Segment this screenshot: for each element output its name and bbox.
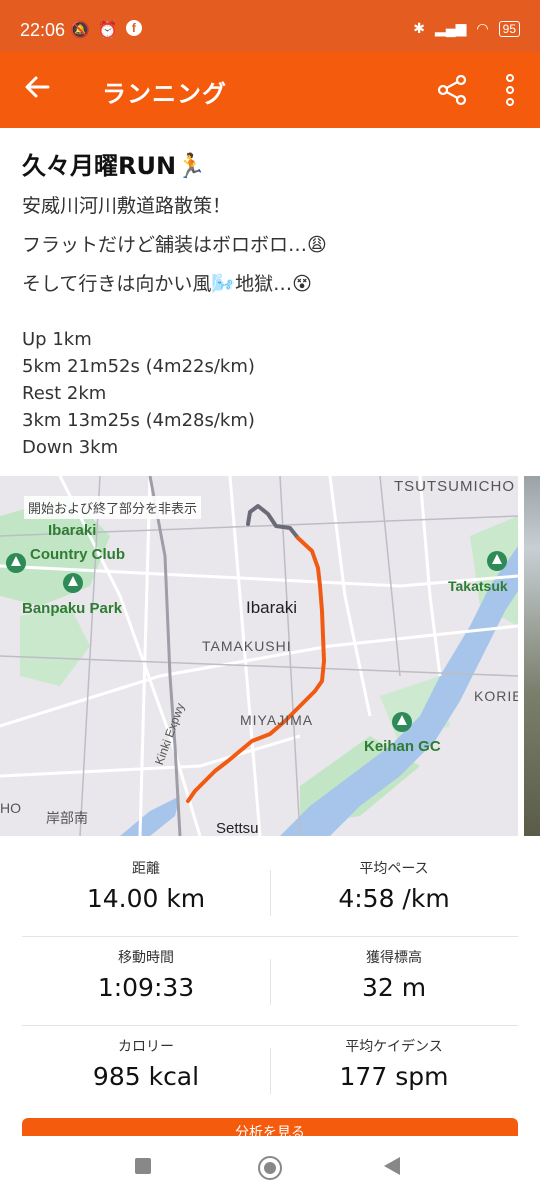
stats-row: カロリー 985 kcal 平均ケイデンス 177 spm: [22, 1026, 518, 1114]
alarm-icon: ⏰: [97, 22, 118, 39]
stat-label: 獲得標高: [366, 950, 422, 966]
map-label-tamakushi: TAMAKUSHI: [202, 638, 292, 654]
stats-row: 距離 14.00 km 平均ペース 4:58 /km: [22, 848, 518, 937]
stats-row: 移動時間 1:09:33 獲得標高 32 m: [22, 937, 518, 1026]
home-circle-icon[interactable]: [258, 1156, 282, 1180]
map-label-country-club: Country Club: [30, 546, 125, 563]
split-line: 3km 13m25s (4m28s/km): [22, 410, 255, 431]
stat-value: 32 m: [361, 973, 427, 1002]
map-hidden-hint: 開始および終了部分を非表示: [24, 496, 202, 519]
stat-moving-time: 移動時間 1:09:33: [22, 947, 270, 1002]
activity-title: 久々月曜RUN🏃: [22, 152, 206, 180]
wifi-icon: ◠: [476, 20, 489, 36]
signal-icon: ▂▄▆: [434, 20, 467, 36]
stat-value: 985 kcal: [92, 1062, 200, 1091]
map-label-tsutsumicho: TSUTSUMICHO: [394, 478, 515, 495]
map-label-ho: HO: [0, 800, 21, 816]
stat-value: 177 spm: [339, 1062, 449, 1091]
description-line: 安威川河川敷道路散策！: [22, 195, 232, 217]
map-label-takatsuki: Takatsuk: [448, 578, 508, 594]
stat-label: 平均ケイデンス: [345, 1039, 443, 1055]
more-vertical-icon[interactable]: [498, 70, 522, 110]
stat-label: 移動時間: [118, 950, 174, 966]
status-icons-left: 🔕 ⏰ f: [70, 20, 142, 40]
split-line: Down 3km: [22, 437, 119, 458]
activity-description: 安威川河川敷道路散策！ フラットだけど舗装はボロボロ…😩 そして行きは向かい風🌬…: [22, 191, 522, 296]
splits-list: Up 1km 5km 21m52s (4m22s/km) Rest 2km 3k…: [22, 326, 522, 461]
map-label-settsu: Settsu: [216, 820, 259, 836]
stat-label: カロリー: [118, 1039, 174, 1055]
status-bar: 22:06 🔕 ⏰ f ✱ ▂▄▆ ◠ 95: [0, 0, 540, 52]
stat-value: 1:09:33: [97, 973, 195, 1002]
map-label-korie: KORIE: [474, 688, 518, 704]
description-line: フラットだけど舗装はボロボロ…😩: [22, 234, 327, 256]
map-label-keihan: Keihan GC: [364, 738, 441, 755]
battery-icon: 95: [498, 20, 520, 37]
description-line: そして行きは向かい風🌬️地獄…😵: [22, 273, 312, 295]
map-label-ibaraki-cc: Ibaraki: [48, 522, 97, 539]
back-triangle-icon[interactable]: [384, 1157, 400, 1175]
stat-label: 平均ペース: [359, 861, 429, 877]
split-line: Rest 2km: [22, 383, 107, 404]
bluetooth-icon: ✱: [413, 20, 425, 36]
stat-value: 14.00 km: [86, 884, 206, 913]
system-nav-bar: [0, 1136, 540, 1200]
recents-square-icon[interactable]: [135, 1158, 151, 1174]
split-line: 5km 21m52s (4m22s/km): [22, 356, 255, 377]
map-label-kishibe: 岸部南: [46, 810, 88, 826]
back-arrow-icon[interactable]: [22, 72, 52, 110]
status-icons-right: ✱ ▂▄▆ ◠ 95: [413, 20, 520, 37]
map-label-banpaku: Banpaku Park: [22, 600, 123, 617]
map-label-ibaraki: Ibaraki: [246, 598, 298, 617]
stat-avg-pace: 平均ペース 4:58 /km: [270, 858, 518, 913]
activity-content: 久々月曜RUN🏃 安威川河川敷道路散策！ フラットだけど舗装はボロボロ…😩 そし…: [22, 146, 522, 461]
share-icon[interactable]: [434, 72, 470, 108]
stat-distance: 距離 14.00 km: [22, 858, 270, 913]
status-time: 22:06: [20, 20, 66, 40]
split-line: Up 1km: [22, 329, 92, 350]
route-map[interactable]: TSUTSUMICHO Ibaraki Country Club Banpaku…: [0, 476, 518, 836]
stats-grid: 距離 14.00 km 平均ペース 4:58 /km 移動時間 1:09:33 …: [22, 848, 518, 1114]
facebook-icon: f: [125, 20, 142, 36]
stat-calories: カロリー 985 kcal: [22, 1036, 270, 1091]
stat-label: 距離: [132, 861, 160, 877]
app-bar: ランニング: [0, 52, 540, 128]
mute-icon: 🔕: [70, 22, 90, 39]
stat-avg-cadence: 平均ケイデンス 177 spm: [270, 1036, 518, 1091]
photo-thumbnail[interactable]: [524, 476, 540, 836]
stat-elevation-gain: 獲得標高 32 m: [270, 947, 518, 1002]
map-label-miyajima: MIYAJIMA: [240, 712, 314, 728]
page-title: ランニング: [102, 80, 227, 108]
stat-value: 4:58 /km: [338, 884, 450, 913]
